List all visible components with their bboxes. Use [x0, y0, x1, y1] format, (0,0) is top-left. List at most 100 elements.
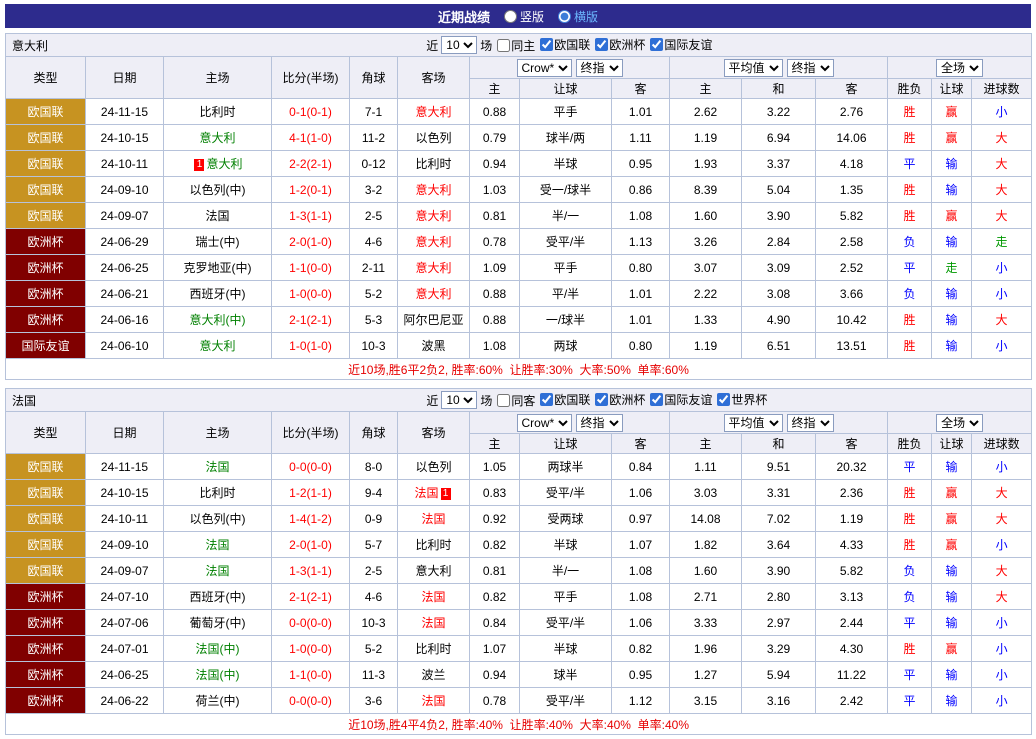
odds-handicap-cell: 受平/半	[520, 610, 612, 636]
avg-away-cell: 10.42	[816, 307, 888, 333]
competition-checkbox[interactable]	[717, 393, 730, 406]
avg-home-cell: 1.82	[670, 532, 742, 558]
avg-draw-cell: 5.94	[742, 662, 816, 688]
avg-away-cell: 2.36	[816, 480, 888, 506]
recent-count-select[interactable]: 10	[441, 36, 477, 54]
score-cell: 1-3(1-1)	[272, 203, 350, 229]
odds-away-cell: 1.06	[612, 480, 670, 506]
average-select[interactable]: 平均值	[724, 414, 783, 432]
result-cell: 胜	[888, 532, 932, 558]
average-select[interactable]: 平均值	[724, 59, 783, 77]
page: 近期战绩 竖版 横版 意大利 近 10	[0, 0, 1036, 739]
competition-checkbox[interactable]	[540, 38, 553, 51]
odds-home-cell: 1.08	[470, 333, 520, 359]
home-team-name: 以色列(中)	[190, 183, 246, 197]
goals-result-cell: 大	[972, 125, 1032, 151]
odds-away-cell: 1.08	[612, 203, 670, 229]
odds-handicap-cell: 受平/半	[520, 480, 612, 506]
avg-home-cell: 3.33	[670, 610, 742, 636]
handicap-result-cell: 赢	[932, 480, 972, 506]
score-cell: 1-0(0-0)	[272, 281, 350, 307]
odds-away-cell: 0.95	[612, 151, 670, 177]
away-team-name: 比利时	[415, 157, 451, 171]
same-venue-checkbox[interactable]	[497, 394, 510, 407]
final-index-select[interactable]: 终指	[576, 414, 623, 432]
home-team-cell: 法国	[164, 558, 272, 584]
competition-checkbox[interactable]	[650, 38, 663, 51]
avg-away-cell: 4.33	[816, 532, 888, 558]
avg-away-cell: 11.22	[816, 662, 888, 688]
home-team-cell: 葡萄牙(中)	[164, 610, 272, 636]
bookmaker-select[interactable]: Crow*	[517, 59, 572, 77]
competition-checkbox[interactable]	[650, 393, 663, 406]
competition-filter[interactable]: 国际友谊	[645, 391, 712, 408]
home-team-name: 克罗地亚(中)	[184, 261, 252, 275]
section-gap	[5, 380, 1031, 388]
score-cell: 2-1(2-1)	[272, 307, 350, 333]
home-team-cell: 比利时	[164, 99, 272, 125]
odds-handicap-cell: 受两球	[520, 506, 612, 532]
result-cell: 胜	[888, 506, 932, 532]
avg-away-cell: 3.66	[816, 281, 888, 307]
competition-filter[interactable]: 欧国联	[535, 36, 590, 53]
summary-row: 近10场,胜6平2负2, 胜率:60% 让胜率:30% 大率:50% 单率:60…	[6, 359, 1032, 380]
same-venue-filter[interactable]: 同主	[492, 37, 535, 54]
competition-filter[interactable]: 世界杯	[712, 391, 767, 408]
avg-away-cell: 4.18	[816, 151, 888, 177]
final-index-select[interactable]: 终指	[576, 59, 623, 77]
avg-draw-cell: 3.09	[742, 255, 816, 281]
handicap-result-cell: 赢	[932, 203, 972, 229]
col-type: 类型	[6, 57, 86, 99]
vertical-layout-label: 竖版	[520, 8, 544, 25]
bookmaker-select[interactable]: Crow*	[517, 414, 572, 432]
competition-filter[interactable]: 欧洲杯	[590, 36, 645, 53]
corner-cell: 5-7	[350, 532, 398, 558]
recent-label: 近	[426, 392, 438, 409]
home-team-name: 比利时	[199, 486, 235, 500]
away-team-cell: 意大利	[398, 229, 470, 255]
away-team-cell: 波兰	[398, 662, 470, 688]
away-team-cell: 意大利	[398, 177, 470, 203]
final-index-select-2[interactable]: 终指	[787, 414, 834, 432]
home-team-cell: 西班牙(中)	[164, 281, 272, 307]
home-team-cell: 法国	[164, 532, 272, 558]
competition-checkbox[interactable]	[595, 38, 608, 51]
match-date-cell: 24-07-10	[86, 584, 164, 610]
away-team-name: 法国	[414, 486, 438, 500]
odds-home-cell: 0.88	[470, 307, 520, 333]
competition-checkbox[interactable]	[595, 393, 608, 406]
vertical-layout-radio[interactable]	[504, 10, 517, 23]
home-team-cell: 法国(中)	[164, 636, 272, 662]
competition-filter[interactable]: 国际友谊	[645, 36, 712, 53]
odds-handicap-cell: 半球	[520, 532, 612, 558]
same-venue-filter[interactable]: 同客	[492, 392, 535, 409]
score-cell: 1-1(0-0)	[272, 662, 350, 688]
competition-type-cell: 欧洲杯	[6, 255, 86, 281]
recent-count-select[interactable]: 10	[441, 391, 477, 409]
competition-filter[interactable]: 欧国联	[535, 391, 590, 408]
layout-option-horizontal[interactable]: 横版	[558, 8, 598, 25]
match-row: 欧国联24-10-15意大利4-1(1-0)11-2以色列0.79球半/两1.1…	[6, 125, 1032, 151]
odds-away-cell: 0.97	[612, 506, 670, 532]
layout-option-vertical[interactable]: 竖版	[504, 8, 544, 25]
full-match-select[interactable]: 全场	[936, 414, 983, 432]
filter-controls: 近 10 场 同主 欧国联欧洲杯国际友谊	[426, 36, 712, 54]
odds-away-cell: 1.01	[612, 99, 670, 125]
home-team-name: 荷兰(中)	[196, 694, 240, 708]
same-venue-checkbox[interactable]	[497, 39, 510, 52]
final-index-select-2[interactable]: 终指	[787, 59, 834, 77]
full-match-select[interactable]: 全场	[936, 59, 983, 77]
average-select-cell: 平均值 终指	[670, 412, 888, 434]
page-title: 近期战绩	[438, 7, 490, 26]
competition-filter[interactable]: 欧洲杯	[590, 391, 645, 408]
home-team-cell: 瑞士(中)	[164, 229, 272, 255]
col-score-half: 比分(半场)	[272, 57, 350, 99]
away-team-name: 意大利	[415, 287, 451, 301]
match-row: 欧洲杯24-07-06葡萄牙(中)0-0(0-0)10-3法国0.84受平/半1…	[6, 610, 1032, 636]
horizontal-layout-radio[interactable]	[558, 10, 571, 23]
score-cell: 2-2(2-1)	[272, 151, 350, 177]
goals-result-cell: 大	[972, 151, 1032, 177]
competition-checkbox[interactable]	[540, 393, 553, 406]
odds-home-cell: 0.82	[470, 584, 520, 610]
competition-type-cell: 欧国联	[6, 125, 86, 151]
